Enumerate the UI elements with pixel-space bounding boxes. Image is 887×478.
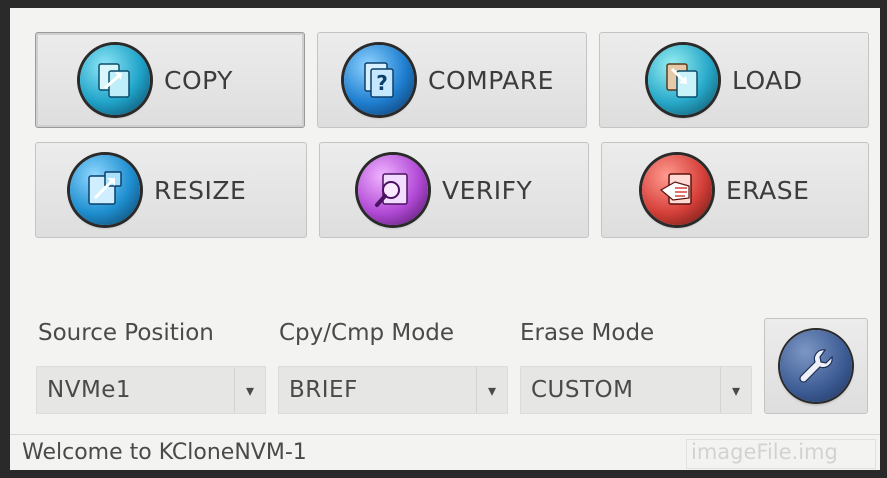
load-button[interactable]: LOAD: [599, 32, 869, 128]
tools-button[interactable]: [764, 318, 868, 414]
verify-button[interactable]: VERIFY: [319, 142, 589, 238]
status-bar: Welcome to KCloneNVM-1 imageFile.img: [10, 434, 880, 470]
erase-button[interactable]: ERASE: [601, 142, 869, 238]
cpy-cmp-mode-label: Cpy/Cmp Mode: [279, 320, 455, 346]
verify-icon: [358, 155, 428, 225]
source-position-label: Source Position: [38, 320, 214, 346]
source-position-select[interactable]: NVMe1 ▾: [36, 366, 266, 414]
copy-label: COPY: [164, 65, 233, 95]
chevron-down-icon[interactable]: ▾: [476, 367, 507, 413]
copy-icon: [80, 45, 150, 115]
status-message: Welcome to KCloneNVM-1: [22, 440, 307, 465]
compare-button[interactable]: ? COMPARE: [317, 32, 587, 128]
erase-mode-label: Erase Mode: [520, 320, 655, 346]
erase-mode-select[interactable]: CUSTOM ▾: [520, 366, 752, 414]
cpy-cmp-mode-select[interactable]: BRIEF ▾: [278, 366, 508, 414]
copy-button[interactable]: COPY: [35, 32, 305, 128]
compare-label: COMPARE: [428, 65, 554, 95]
compare-icon: ?: [344, 45, 414, 115]
erase-mode-value: CUSTOM: [531, 377, 634, 403]
svg-text:?: ?: [376, 71, 388, 95]
load-icon: [648, 45, 718, 115]
wrench-icon: [780, 330, 852, 402]
chevron-down-icon[interactable]: ▾: [234, 367, 265, 413]
main-screen: COPY ? COMPARE LOAD RESIZE VERIFY ERASE …: [10, 8, 880, 470]
erase-label: ERASE: [726, 175, 810, 205]
resize-icon: [70, 155, 140, 225]
resize-label: RESIZE: [154, 175, 247, 205]
erase-icon: [642, 155, 712, 225]
source-position-value: NVMe1: [47, 377, 132, 403]
resize-button[interactable]: RESIZE: [35, 142, 307, 238]
load-label: LOAD: [732, 65, 803, 95]
cpy-cmp-mode-value: BRIEF: [289, 377, 358, 403]
chevron-down-icon[interactable]: ▾: [720, 367, 751, 413]
verify-label: VERIFY: [442, 175, 533, 205]
image-file-field[interactable]: imageFile.img: [686, 439, 876, 469]
